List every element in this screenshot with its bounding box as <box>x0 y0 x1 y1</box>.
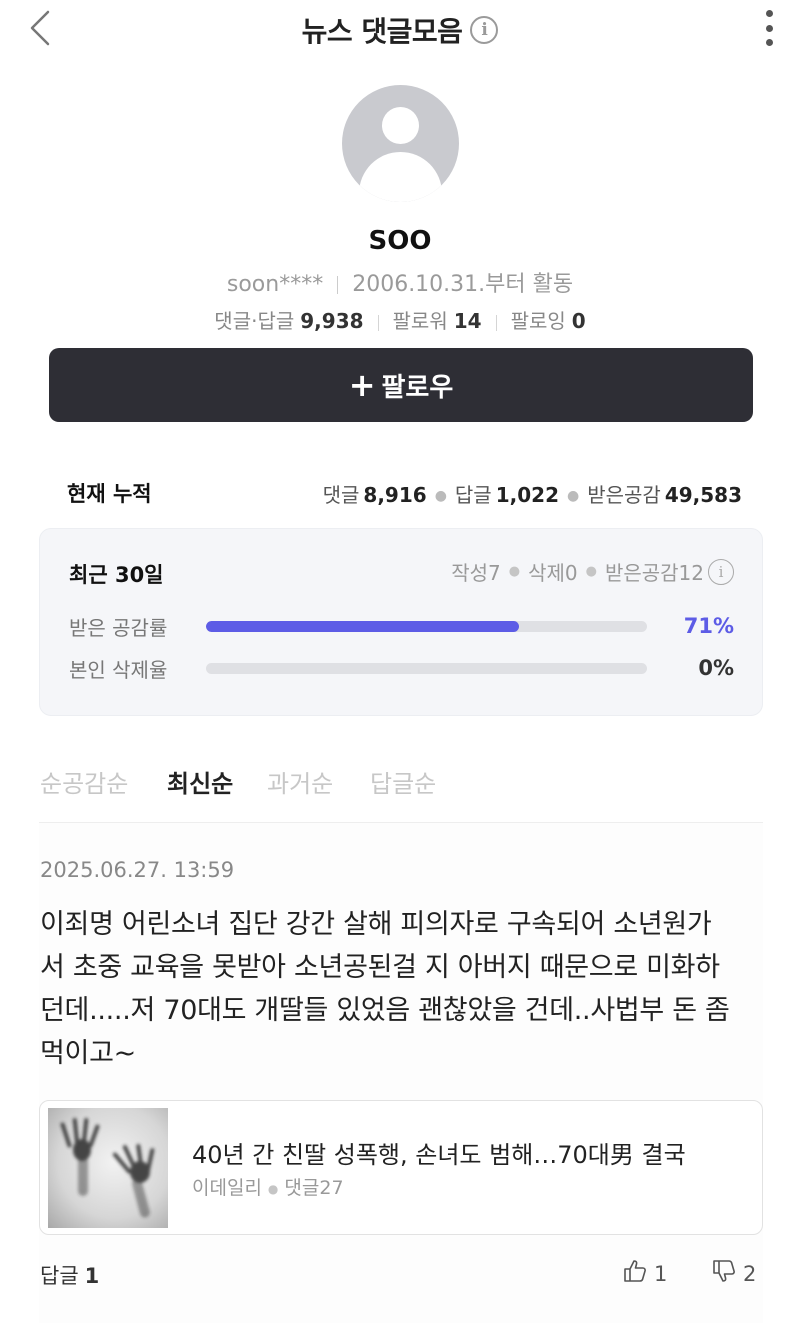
dislike-button[interactable]: 2 <box>711 1258 756 1289</box>
cumulative-values: 댓글 8,916 ● 답글 1,022 ● 받은공감 49,583 <box>322 482 742 507</box>
follow-button[interactable]: + 팔로우 <box>49 348 753 422</box>
cumulative-stats: 현재 누적 댓글 8,916 ● 답글 1,022 ● 받은공감 49,583 <box>67 478 742 508</box>
delete-rate-label: 본인 삭제율 <box>69 657 168 682</box>
reply-button[interactable]: 답글 1 <box>40 1260 99 1290</box>
info-icon[interactable]: i <box>708 558 734 585</box>
like-rate-value: 71% <box>683 614 734 638</box>
recent-30-days-panel: 최근 30일 작성7 ● 삭제0 ● 받은공감12 i 받은 공감률 71% 본인 삭제… <box>39 528 763 716</box>
comment-text: 이죄명 어린소녀 집단 강간 살해 피의자로 구속되어 소년원가서 초중 교육을… <box>40 909 730 1069</box>
more-vertical-icon[interactable] <box>760 8 778 48</box>
like-rate-label: 받은 공감률 <box>69 615 168 640</box>
profile-meta: soon**** 2006.10.31.부터 활동 <box>0 266 800 298</box>
tab-replies[interactable]: 답글순 <box>370 764 436 799</box>
recent-title: 최근 30일 <box>69 563 164 587</box>
tab-oldest[interactable]: 과거순 <box>267 764 333 799</box>
followers-count-item[interactable]: 팔로워 14 <box>393 309 482 333</box>
news-title: 40년 간 친딸 성폭행, 손녀도 범해…70대男 결국 <box>192 1141 686 1169</box>
avatar <box>342 85 459 202</box>
tab-latest[interactable]: 최신순 <box>167 764 233 799</box>
news-source: 이데일리 ● 댓글27 <box>192 1177 344 1199</box>
info-icon[interactable]: i <box>470 16 499 44</box>
profile-user-id: soon**** <box>226 272 324 297</box>
thumbs-up-icon <box>622 1258 648 1289</box>
like-rate-track <box>206 620 647 632</box>
news-thumbnail <box>48 1108 168 1228</box>
profile-stats: 댓글·답글 9,938 팔로워 14 팔로잉 0 <box>0 305 800 334</box>
following-count-item[interactable]: 팔로잉 0 <box>511 309 586 333</box>
profile-since: 2006.10.31.부터 활동 <box>352 272 574 297</box>
like-rate-fill <box>206 620 520 632</box>
reply-label: 답글 <box>40 1264 79 1288</box>
recent-stats: 작성7 ● 삭제0 ● 받은공감12 i <box>451 557 734 586</box>
news-link-card[interactable]: 40년 간 친딸 성폭행, 손녀도 범해…70대男 결국 이데일리 ● 댓글27 <box>39 1100 763 1235</box>
top-bar: 뉴스 댓글모음 i <box>0 0 800 56</box>
like-rate-row: 받은 공감률 71% <box>69 611 734 641</box>
sort-tabs: 순공감순 최신순 과거순 답글순 <box>0 748 800 824</box>
delete-rate-value: 0% <box>698 656 734 680</box>
page-title-wrap: 뉴스 댓글모음 i <box>0 10 800 50</box>
profile-nickname: SOO <box>368 226 432 256</box>
delete-rate-row: 본인 삭제율 0% <box>69 653 734 683</box>
page-title: 뉴스 댓글모음 <box>301 15 463 48</box>
tab-sympathy[interactable]: 순공감순 <box>40 764 128 799</box>
dislike-count: 2 <box>743 1261 757 1286</box>
like-button[interactable]: 1 <box>622 1258 667 1289</box>
comments-count-item[interactable]: 댓글·답글 9,938 <box>214 309 363 333</box>
reply-count: 1 <box>84 1264 100 1288</box>
like-count: 1 <box>654 1261 668 1286</box>
plus-icon: + <box>348 366 376 404</box>
follow-button-label: 팔로우 <box>381 372 454 403</box>
cumulative-title: 현재 누적 <box>67 482 152 506</box>
delete-rate-track <box>206 662 647 674</box>
thumbs-down-icon <box>711 1258 737 1289</box>
comment-date: 2025.06.27. 13:59 <box>40 858 235 882</box>
